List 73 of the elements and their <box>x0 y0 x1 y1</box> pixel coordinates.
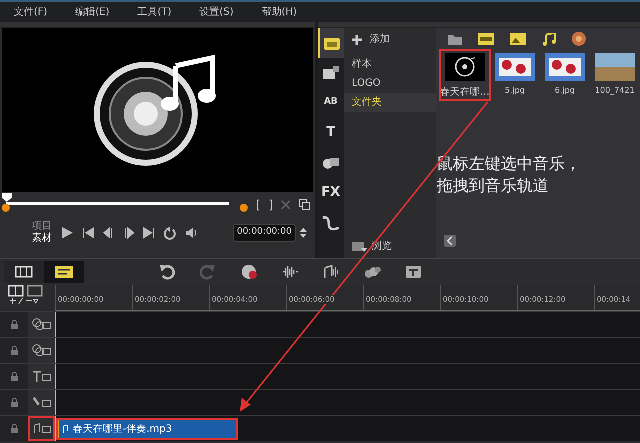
media-thumbnail[interactable]: 100_7421 <box>590 50 640 100</box>
trim-handle[interactable] <box>2 204 10 212</box>
media-thumbnail[interactable]: 6.jpg <box>540 50 590 100</box>
annotation-text: 鼠标左键选中音乐，拖拽到音乐轨道 <box>437 153 582 198</box>
menu-item[interactable]: 设置(S) <box>186 4 248 20</box>
title-track-icon <box>31 369 52 384</box>
mode-option[interactable]: 素材 <box>32 233 52 246</box>
photo-placeholder <box>495 53 535 81</box>
skip-to-start-icon[interactable] <box>83 226 95 240</box>
folder-item[interactable]: 文件夹 <box>344 93 436 112</box>
mode-option[interactable]: 项目 <box>32 220 52 233</box>
lock-icon[interactable] <box>10 424 18 433</box>
overlay-track-icon <box>31 317 52 332</box>
menu-item[interactable]: 工具(T) <box>124 4 186 20</box>
zoom-controls-icon[interactable] <box>8 297 38 305</box>
mark-in-button[interactable]: [ <box>256 196 261 214</box>
music-filter-icon[interactable] <box>542 32 556 46</box>
view-toggle-button[interactable] <box>4 261 44 283</box>
curve-icon <box>321 214 341 232</box>
image-filter-icon[interactable] <box>510 33 526 45</box>
flash-filter-icon[interactable] <box>572 32 586 46</box>
sound-wave-icon[interactable] <box>282 264 299 280</box>
next-frame-icon[interactable] <box>123 226 135 240</box>
view-toggle-button[interactable] <box>44 261 84 283</box>
undo-icon[interactable] <box>159 264 176 280</box>
folder-item[interactable]: LOGO <box>344 74 436 93</box>
thumbnail-caption: 6.jpg <box>554 85 576 97</box>
menu-item[interactable]: 编辑(E) <box>62 4 124 20</box>
microphone-track-icon <box>31 395 52 410</box>
add-label[interactable]: 添加 <box>370 32 390 47</box>
menu-item[interactable]: 文件(F) <box>0 4 62 20</box>
previous-frame-icon[interactable] <box>103 226 115 240</box>
mark-out-button[interactable]: ] <box>268 196 274 214</box>
photo-placeholder <box>595 53 635 81</box>
library-tab[interactable]: AB <box>318 88 344 118</box>
monitor-icon <box>321 64 341 82</box>
lock-icon[interactable] <box>10 372 18 381</box>
thumbnail-caption: 100_7421 <box>594 85 636 97</box>
spheres-icon[interactable] <box>364 264 381 280</box>
track-manager-icon[interactable] <box>8 285 44 297</box>
skip-to-end-icon[interactable] <box>143 226 155 240</box>
subtitle-icon[interactable] <box>405 264 422 280</box>
repeat-icon[interactable] <box>163 226 177 240</box>
menu-item[interactable]: 帮助(H) <box>248 4 312 20</box>
clip-name: 春天在哪里-伴奏.mp3 <box>73 422 172 436</box>
library-tab[interactable]: FX <box>318 178 344 208</box>
browse-icon[interactable] <box>352 240 368 252</box>
folder-item[interactable]: 样本 <box>344 55 436 74</box>
folder-icon[interactable] <box>448 33 462 45</box>
photo-placeholder <box>545 53 585 81</box>
play-icon[interactable] <box>60 226 75 240</box>
spinner-icon[interactable] <box>300 227 307 239</box>
music-wave-icon[interactable] <box>323 264 340 280</box>
film-strip-icon <box>15 266 33 278</box>
media-thumbnail[interactable]: 春天在哪... <box>440 50 490 100</box>
library-tab[interactable] <box>318 28 344 58</box>
trim-handle[interactable] <box>240 204 248 212</box>
timecode-field[interactable]: 00:00:00:00 <box>233 224 296 242</box>
library-tab[interactable]: T <box>318 118 344 148</box>
audio-clip[interactable]: 春天在哪里-伴奏.mp3 <box>56 418 238 440</box>
scroll-left-icon[interactable] <box>444 235 456 247</box>
thumbnail-caption: 春天在哪... <box>440 86 490 100</box>
media-thumbnail[interactable]: 5.jpg <box>490 50 540 100</box>
lock-icon[interactable] <box>10 320 18 329</box>
lock-icon[interactable] <box>10 346 18 355</box>
film-filter-icon[interactable] <box>478 33 494 45</box>
thumbnail-caption: 5.jpg <box>504 85 526 97</box>
add-icon[interactable] <box>352 34 362 44</box>
volume-icon[interactable] <box>185 226 198 240</box>
timeline-icon <box>55 266 73 278</box>
lock-icon[interactable] <box>10 398 18 407</box>
overlay-track-icon <box>31 343 52 358</box>
copy-icon[interactable] <box>299 199 312 211</box>
